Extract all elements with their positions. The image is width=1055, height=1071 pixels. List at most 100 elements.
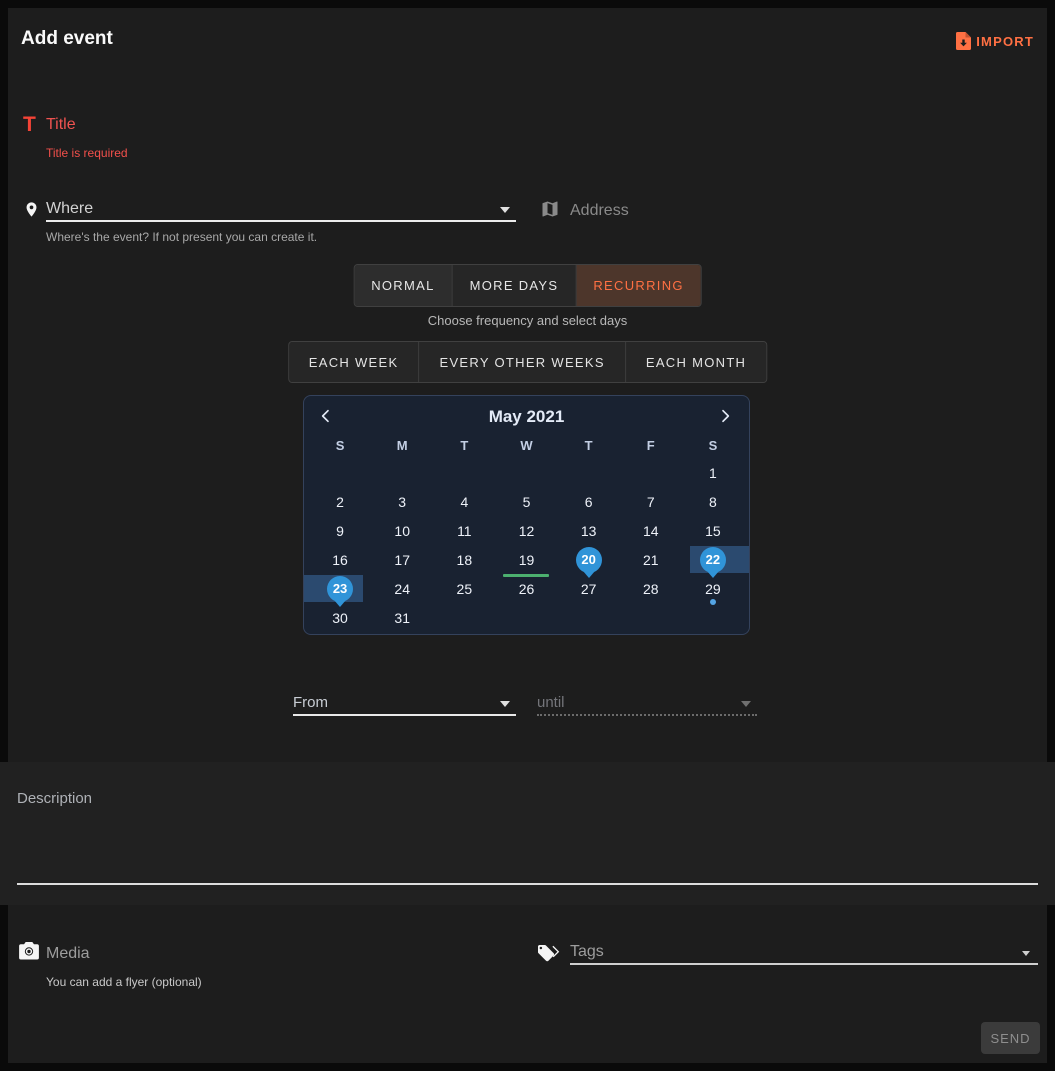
- each-week-button[interactable]: EACH WEEK: [289, 342, 420, 382]
- calendar-day-15[interactable]: 15: [682, 516, 744, 545]
- tab-more-days-label: MORE DAYS: [470, 278, 559, 293]
- send-button[interactable]: SEND: [981, 1022, 1040, 1054]
- until-select-value: until: [537, 694, 565, 711]
- calendar: May 2021 S M T W T F S 12345678910111213…: [303, 395, 750, 635]
- calendar-day-11[interactable]: 11: [433, 516, 495, 545]
- media-input[interactable]: [46, 941, 516, 967]
- weekday-wed: W: [495, 434, 557, 458]
- calendar-day-18[interactable]: 18: [433, 545, 495, 574]
- calendar-day-27[interactable]: 27: [558, 574, 620, 603]
- until-time-select[interactable]: until: [537, 692, 757, 716]
- tab-recurring[interactable]: RECURRING: [576, 265, 700, 306]
- calendar-day-14[interactable]: 14: [620, 516, 682, 545]
- calendar-day-empty: [620, 458, 682, 487]
- weekday-sun: S: [309, 434, 371, 458]
- calendar-day-empty: [620, 603, 682, 632]
- calendar-day-6[interactable]: 6: [558, 487, 620, 516]
- calendar-day-29[interactable]: 29: [682, 574, 744, 603]
- from-time-select[interactable]: From: [293, 692, 516, 716]
- calendar-day-9[interactable]: 9: [309, 516, 371, 545]
- calendar-day-empty: [495, 458, 557, 487]
- each-week-label: EACH WEEK: [309, 355, 399, 370]
- calendar-day-13[interactable]: 13: [558, 516, 620, 545]
- calendar-day-16[interactable]: 16: [309, 545, 371, 574]
- tab-recurring-label: RECURRING: [593, 278, 683, 293]
- map-icon: [540, 199, 560, 219]
- calendar-weekday-row: S M T W T F S: [309, 434, 744, 458]
- calendar-day-30[interactable]: 30: [309, 603, 371, 632]
- tags-select[interactable]: Tags: [570, 941, 1038, 965]
- weekday-fri: F: [620, 434, 682, 458]
- dropdown-arrow-icon: [500, 701, 510, 707]
- calendar-day-4[interactable]: 4: [433, 487, 495, 516]
- calendar-day-28[interactable]: 28: [620, 574, 682, 603]
- calendar-day-24[interactable]: 24: [371, 574, 433, 603]
- address-input[interactable]: [570, 198, 1038, 224]
- calendar-day-19[interactable]: 19: [495, 545, 557, 574]
- weekday-tue: T: [433, 434, 495, 458]
- title-error-text: Title is required: [46, 146, 128, 160]
- weekday-mon: M: [371, 434, 433, 458]
- calendar-day-empty: [558, 458, 620, 487]
- each-month-label: EACH MONTH: [646, 355, 746, 370]
- calendar-day-empty: [558, 603, 620, 632]
- calendar-day-31[interactable]: 31: [371, 603, 433, 632]
- calendar-day-23[interactable]: 23: [309, 574, 371, 603]
- tab-more-days[interactable]: MORE DAYS: [453, 265, 577, 306]
- calendar-day-12[interactable]: 12: [495, 516, 557, 545]
- media-helper-text: You can add a flyer (optional): [46, 975, 202, 989]
- calendar-day-empty: [309, 458, 371, 487]
- calendar-day-7[interactable]: 7: [620, 487, 682, 516]
- calendar-day-grid: 1234567891011121314151617181920212223242…: [309, 458, 744, 632]
- next-month-button[interactable]: [717, 408, 735, 426]
- weekday-thu: T: [558, 434, 620, 458]
- calendar-day-21[interactable]: 21: [620, 545, 682, 574]
- import-button[interactable]: IMPORT: [956, 32, 1034, 50]
- calendar-day-3[interactable]: 3: [371, 487, 433, 516]
- media-tags-card: You can add a flyer (optional) Tags SEND: [8, 905, 1047, 1063]
- dropdown-arrow-icon: [1022, 951, 1030, 956]
- where-select[interactable]: Where: [46, 198, 516, 222]
- weekday-sat: S: [682, 434, 744, 458]
- calendar-day-22[interactable]: 22: [682, 545, 744, 574]
- calendar-day-26[interactable]: 26: [495, 574, 557, 603]
- from-select-value: From: [293, 694, 328, 711]
- add-event-screen: Add event IMPORT T Title is required Whe…: [0, 0, 1055, 1071]
- chevron-right-icon: [717, 408, 733, 424]
- calendar-day-10[interactable]: 10: [371, 516, 433, 545]
- calendar-day-25[interactable]: 25: [433, 574, 495, 603]
- tab-normal[interactable]: NORMAL: [354, 265, 452, 306]
- calendar-day-1[interactable]: 1: [682, 458, 744, 487]
- tags-icon: [538, 943, 560, 964]
- dropdown-arrow-icon: [500, 207, 510, 213]
- add-event-form-card: Add event IMPORT T Title is required Whe…: [8, 8, 1047, 762]
- page-title: Add event: [21, 28, 113, 50]
- dropdown-arrow-icon: [741, 701, 751, 707]
- tab-normal-label: NORMAL: [371, 278, 434, 293]
- where-select-value: Where: [46, 200, 93, 218]
- description-section: Description: [0, 762, 1055, 905]
- calendar-nav: May 2021: [304, 400, 749, 434]
- camera-icon: [18, 942, 40, 960]
- calendar-day-17[interactable]: 17: [371, 545, 433, 574]
- calendar-day-2[interactable]: 2: [309, 487, 371, 516]
- description-input[interactable]: [17, 883, 1038, 885]
- event-mode-tabs: NORMAL MORE DAYS RECURRING: [353, 264, 702, 307]
- location-pin-icon: [23, 199, 40, 220]
- title-input[interactable]: [46, 112, 1038, 138]
- calendar-day-empty: [682, 603, 744, 632]
- every-other-weeks-label: EVERY OTHER WEEKS: [439, 355, 604, 370]
- frequency-helper-text: Choose frequency and select days: [8, 313, 1047, 328]
- every-other-weeks-button[interactable]: EVERY OTHER WEEKS: [419, 342, 625, 382]
- frequency-button-group: EACH WEEK EVERY OTHER WEEKS EACH MONTH: [288, 341, 768, 383]
- calendar-month-label: May 2021: [304, 407, 749, 427]
- calendar-day-8[interactable]: 8: [682, 487, 744, 516]
- calendar-day-empty: [433, 603, 495, 632]
- each-month-button[interactable]: EACH MONTH: [626, 342, 766, 382]
- where-helper-text: Where's the event? If not present you ca…: [46, 230, 317, 244]
- calendar-day-empty: [371, 458, 433, 487]
- description-label: Description: [17, 790, 92, 807]
- file-import-icon: [956, 32, 971, 50]
- calendar-day-20[interactable]: 20: [558, 545, 620, 574]
- calendar-day-5[interactable]: 5: [495, 487, 557, 516]
